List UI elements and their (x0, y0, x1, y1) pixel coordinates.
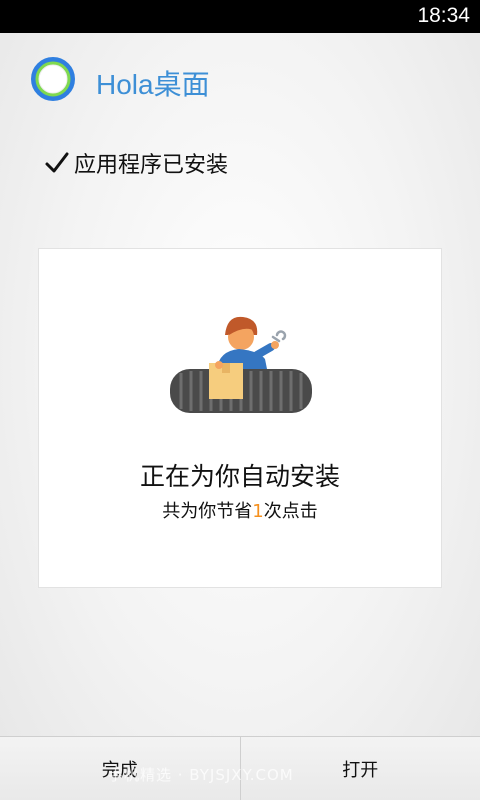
card-title: 正在为你自动安装 (139, 462, 340, 491)
subtitle-suffix: 次点击 (263, 501, 318, 522)
open-button[interactable]: 打开 (241, 737, 480, 800)
app-header: Hola桌面 (0, 33, 480, 123)
status-bar: 18:34 (0, 0, 480, 33)
bottom-action-bar: 完成 打开 (0, 736, 480, 800)
click-count: 1 (252, 501, 264, 522)
hola-ring-icon (31, 57, 75, 101)
app-name: Hola桌面 (96, 69, 210, 100)
worker-conveyor-illustration (167, 311, 315, 421)
install-status-text: 应用程序已安装 (74, 153, 229, 178)
status-time: 18:34 (417, 4, 470, 27)
install-status: 应用程序已安装 (44, 146, 228, 180)
auto-install-card: 正在为你自动安装 共为你节省1次点击 (38, 248, 442, 588)
subtitle-prefix: 共为你节省 (162, 501, 253, 522)
checkmark-icon (44, 150, 70, 176)
done-button[interactable]: 完成 (0, 737, 240, 800)
card-subtitle: 共为你节省1次点击 (39, 497, 441, 523)
